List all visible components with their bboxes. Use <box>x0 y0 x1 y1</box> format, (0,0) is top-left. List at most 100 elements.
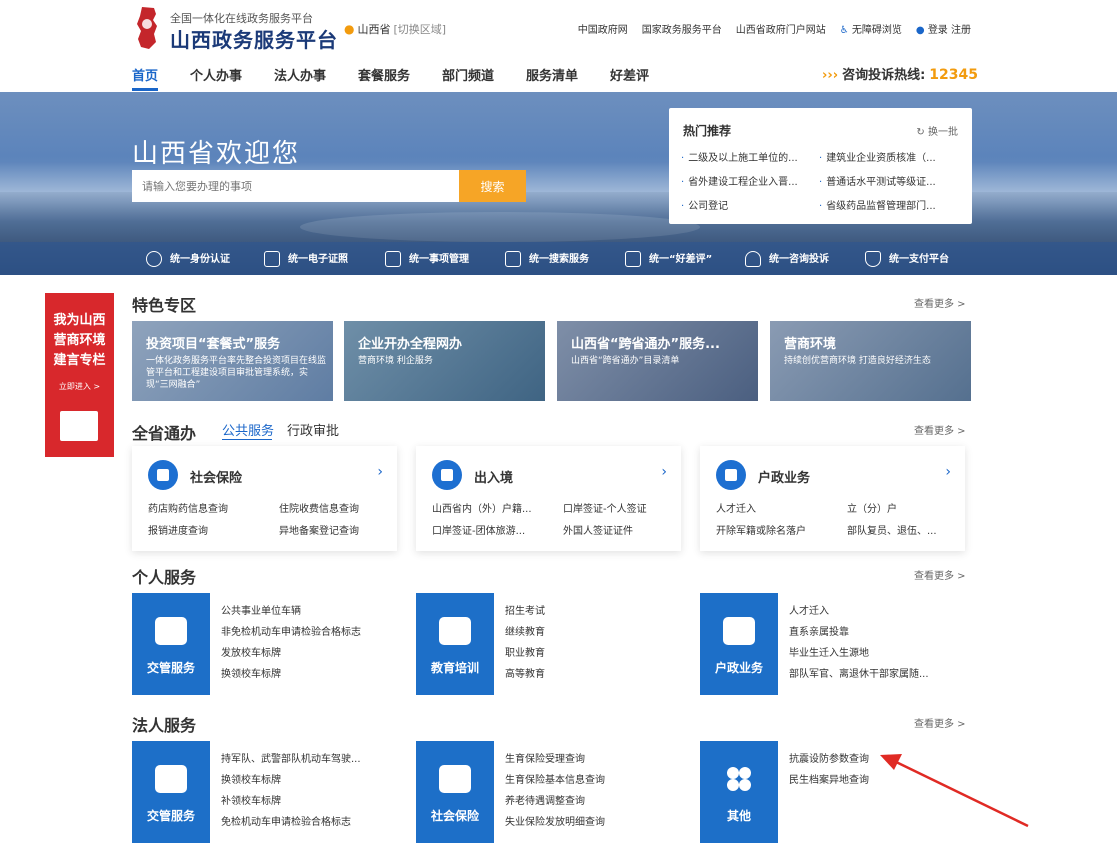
tile-education[interactable]: 教育培训 <box>416 593 494 695</box>
link-national-platform[interactable]: 国家政务服务平台 <box>642 21 722 36</box>
svc-label: 统一事项管理 <box>409 254 469 265</box>
svc-identity[interactable]: 统一身份认证 <box>146 250 230 267</box>
nav-home[interactable]: 首页 <box>132 65 158 84</box>
hot-item[interactable]: 公司登记 <box>681 197 813 212</box>
service-link[interactable]: 生育保险基本信息查询 <box>505 770 665 791</box>
svc-label: 统一身份认证 <box>170 254 230 265</box>
feature-card-cross-province[interactable]: 山西省“跨省通办”服务... 山西省“跨省通办”目录清单 <box>557 321 758 401</box>
card-link[interactable]: 部队复员、退伍、... <box>847 522 965 537</box>
register-link[interactable]: 注册 <box>951 25 971 36</box>
card-social-insurance[interactable]: 社会保险 › 药店购药信息查询 住院收费信息查询 报销进度查询 异地备案登记查询 <box>132 446 397 551</box>
hot-item[interactable]: 二级及以上施工单位的... <box>681 149 813 164</box>
accessibility-link[interactable]: ♿ 无障碍浏览 <box>840 21 902 36</box>
card-link[interactable]: 住院收费信息查询 <box>279 500 397 515</box>
tab-admin-approval[interactable]: 行政审批 <box>287 420 339 439</box>
feature-desc: 山西省“跨省通办”目录清单 <box>571 356 680 366</box>
hot-item[interactable]: 建筑业企业资质核准（... <box>819 149 951 164</box>
service-link[interactable]: 毕业生迁入生源地 <box>789 643 949 664</box>
card-link[interactable]: 口岸签证-个人签证 <box>563 500 681 515</box>
feature-card-enterprise[interactable]: 企业开办全程网办 营商环境 利企服务 <box>344 321 545 401</box>
service-link[interactable]: 发放校车标牌 <box>221 643 381 664</box>
nav-department[interactable]: 部门频道 <box>442 65 494 84</box>
hot-item[interactable]: 普通话水平测试等级证... <box>819 173 951 188</box>
refresh-button[interactable]: ↻ 换一批 <box>916 123 958 138</box>
service-link[interactable]: 换领校车标牌 <box>221 770 381 791</box>
service-link[interactable]: 招生考试 <box>505 601 665 622</box>
service-link[interactable]: 补领校车标牌 <box>221 791 381 812</box>
hot-item[interactable]: 省级药品监督管理部门... <box>819 197 951 212</box>
shanxi-map-logo-icon[interactable] <box>132 6 164 50</box>
svc-search[interactable]: 统一搜索服务 <box>505 250 589 267</box>
service-link[interactable]: 高等教育 <box>505 664 665 685</box>
personal-more-link[interactable]: 查看更多 > <box>914 567 966 582</box>
card-link[interactable]: 人才迁入 <box>716 500 834 515</box>
tab-public-service[interactable]: 公共服务 <box>222 420 274 439</box>
search-input[interactable] <box>132 170 459 202</box>
chevron-right-icon[interactable]: › <box>945 464 951 480</box>
chevron-right-icon[interactable]: › <box>661 464 667 480</box>
link-china-gov[interactable]: 中国政府网 <box>578 21 628 36</box>
nav-personal[interactable]: 个人办事 <box>190 65 242 84</box>
service-link[interactable]: 非免检机动车申请检验合格标志 <box>221 622 381 643</box>
card-exit-entry[interactable]: 出入境 › 山西省内（外）户籍... 口岸签证-个人签证 口岸签证-团体旅游..… <box>416 446 681 551</box>
region-name: 山西省 <box>357 23 391 36</box>
nav-service-list[interactable]: 服务清单 <box>526 65 578 84</box>
tile-other[interactable]: 其他 <box>700 741 778 843</box>
service-link[interactable]: 继续教育 <box>505 622 665 643</box>
service-link[interactable]: 免检机动车申请检验合格标志 <box>221 812 381 833</box>
svc-consult[interactable]: 统一咨询投诉 <box>745 250 829 267</box>
graduation-cap-icon <box>439 617 471 645</box>
service-link[interactable]: 直系亲属投靠 <box>789 622 949 643</box>
card-link[interactable]: 外国人签证证件 <box>563 522 681 537</box>
side-ad-title: 我为山西 营商环境 建言专栏 <box>45 311 114 371</box>
card-link[interactable]: 山西省内（外）户籍... <box>432 500 550 515</box>
card-link[interactable]: 报销进度查询 <box>148 522 266 537</box>
link-shanxi-gov-portal[interactable]: 山西省政府门户网站 <box>736 21 826 36</box>
svc-license[interactable]: 统一电子证照 <box>264 250 348 267</box>
service-link-seismic-query[interactable]: 抗震设防参数查询 <box>789 749 949 770</box>
service-link[interactable]: 生育保险受理查询 <box>505 749 665 770</box>
search-button[interactable]: 搜索 <box>459 170 526 202</box>
service-link[interactable]: 失业保险发放明细查询 <box>505 812 665 833</box>
card-link[interactable]: 药店购药信息查询 <box>148 500 266 515</box>
side-ad-suggestion[interactable]: 我为山西 营商环境 建言专栏 立即进入 > <box>45 293 114 457</box>
tile-links: 公共事业单位车辆 非免检机动车申请检验合格标志 发放校车标牌 换领校车标牌 <box>221 601 381 685</box>
tile-traffic-personal[interactable]: 交管服务 <box>132 593 210 695</box>
card-link[interactable]: 开除军籍或除名落户 <box>716 522 834 537</box>
card-link[interactable]: 立（分）户 <box>847 500 965 515</box>
feature-card-investment[interactable]: 投资项目“套餐式”服务 一体化政务服务平台率先整合投资项目在线监管平台和工程建设… <box>132 321 333 401</box>
service-link[interactable]: 持军队、武警部队机动车驾驶... <box>221 749 381 770</box>
region-switch-link[interactable]: [切换区域] <box>393 23 446 36</box>
feature-card-business-env[interactable]: 营商环境 持续创优营商环境 打造良好经济生态 <box>770 321 971 401</box>
svc-matters[interactable]: 统一事项管理 <box>385 250 469 267</box>
service-link[interactable]: 换领校车标牌 <box>221 664 381 685</box>
chevron-right-icon[interactable]: › <box>377 464 383 480</box>
svc-evaluation[interactable]: 统一“好差评” <box>625 250 712 267</box>
svc-payment[interactable]: 统一支付平台 <box>865 250 949 267</box>
tile-social-insurance-legal[interactable]: 社会保险 <box>416 741 494 843</box>
legal-more-link[interactable]: 查看更多 > <box>914 715 966 730</box>
hot-item[interactable]: 省外建设工程企业入晋... <box>681 173 813 188</box>
tile-label: 交管服务 <box>146 661 195 675</box>
logo-title[interactable]: 山西政务服务平台 <box>170 24 338 53</box>
nav-legal[interactable]: 法人办事 <box>274 65 326 84</box>
service-link[interactable]: 民生档案异地查询 <box>789 770 949 791</box>
login-link[interactable]: 登录 <box>928 25 948 36</box>
card-link[interactable]: 异地备案登记查询 <box>279 522 397 537</box>
tile-household-personal[interactable]: 户政业务 <box>700 593 778 695</box>
nav-package[interactable]: 套餐服务 <box>358 65 410 84</box>
side-ad-enter[interactable]: 立即进入 > <box>45 381 114 392</box>
service-link[interactable]: 公共事业单位车辆 <box>221 601 381 622</box>
svc-label: 统一搜索服务 <box>529 254 589 265</box>
province-more-link[interactable]: 查看更多 > <box>914 422 966 437</box>
tile-traffic-legal[interactable]: 交管服务 <box>132 741 210 843</box>
nav-evaluation[interactable]: 好差评 <box>610 65 649 84</box>
card-link[interactable]: 口岸签证-团体旅游... <box>432 522 550 537</box>
service-link[interactable]: 职业教育 <box>505 643 665 664</box>
card-household[interactable]: 户政业务 › 人才迁入 立（分）户 开除军籍或除名落户 部队复员、退伍、... <box>700 446 965 551</box>
service-link[interactable]: 养老待遇调整查询 <box>505 791 665 812</box>
featured-more-link[interactable]: 查看更多 > <box>914 295 966 310</box>
region-selector[interactable]: ● 山西省 [切换区域] <box>344 21 446 37</box>
service-link[interactable]: 部队军官、离退休干部家属随... <box>789 664 949 685</box>
service-link[interactable]: 人才迁入 <box>789 601 949 622</box>
